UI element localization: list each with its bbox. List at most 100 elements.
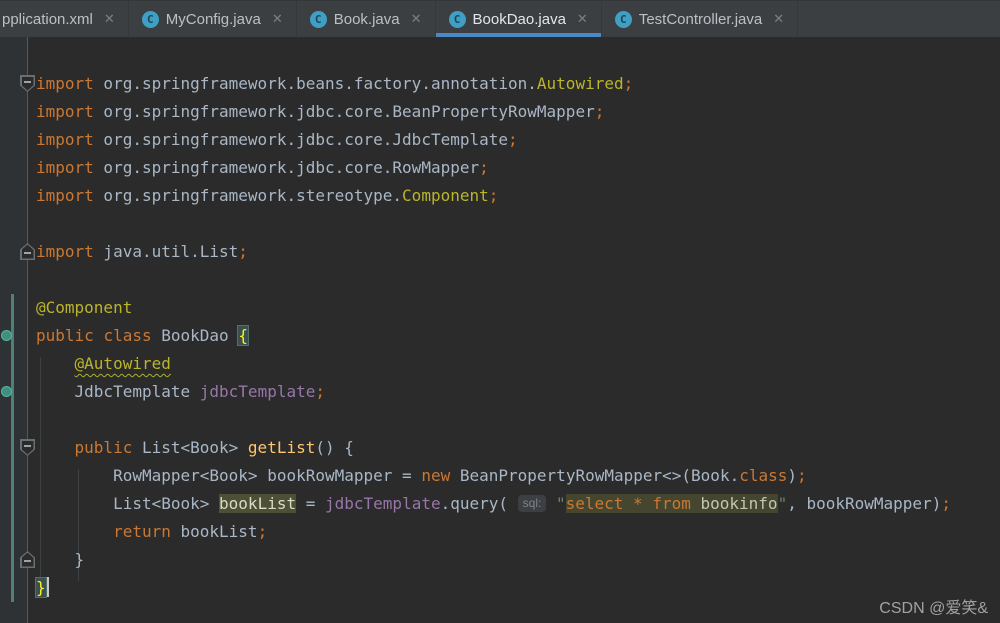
code-line: import org.springframework.stereotype.Co… bbox=[36, 182, 1000, 210]
code-segment: import bbox=[36, 242, 94, 261]
code-segment: getList bbox=[248, 438, 315, 457]
tab-bookdao-java[interactable]: C BookDao.java ✕ bbox=[436, 1, 602, 37]
code-segment: select * from bbox=[566, 494, 691, 513]
code-line bbox=[36, 210, 1000, 238]
tab-myconfig-java[interactable]: C MyConfig.java ✕ bbox=[129, 1, 297, 37]
code-segment: ; bbox=[624, 74, 634, 93]
code-segment: JdbcTemplate bbox=[36, 382, 200, 401]
code-segment: @Component bbox=[36, 298, 132, 317]
code-segment bbox=[36, 522, 113, 541]
tab-label: pplication.xml bbox=[2, 11, 93, 28]
code-segment: bookList bbox=[219, 494, 296, 513]
code-line: RowMapper<Book> bookRowMapper = new Bean… bbox=[36, 462, 1000, 490]
code-segment: org.springframework.jdbc.core.JdbcTempla… bbox=[94, 130, 508, 149]
code-segment: jdbcTemplate bbox=[325, 494, 441, 513]
code-segment: ; bbox=[489, 186, 499, 205]
tab-label: MyConfig.java bbox=[166, 11, 261, 28]
code-segment bbox=[36, 438, 75, 457]
code-line: import org.springframework.jdbc.core.Jdb… bbox=[36, 126, 1000, 154]
code-editor[interactable]: import org.springframework.beans.factory… bbox=[0, 37, 1000, 623]
code-segment: class bbox=[739, 466, 787, 485]
text-caret bbox=[47, 577, 49, 597]
code-segment: ; bbox=[595, 102, 605, 121]
code-segment: " bbox=[556, 494, 566, 513]
code-segment: java.util.List bbox=[94, 242, 239, 261]
code-segment: class bbox=[103, 326, 151, 345]
code-segment: new bbox=[421, 466, 450, 485]
code-segment: public bbox=[75, 438, 133, 457]
code-segment: import bbox=[36, 74, 94, 93]
code-line: import org.springframework.jdbc.core.Bea… bbox=[36, 98, 1000, 126]
code-segment: ; bbox=[797, 466, 807, 485]
code-segment: .query( bbox=[441, 494, 518, 513]
close-icon[interactable]: ✕ bbox=[773, 11, 784, 27]
code-segment: jdbcTemplate bbox=[200, 382, 316, 401]
code-line: JdbcTemplate jdbcTemplate; bbox=[36, 378, 1000, 406]
close-icon[interactable]: ✕ bbox=[272, 11, 283, 27]
tab-book-java[interactable]: C Book.java ✕ bbox=[297, 1, 436, 37]
code-segment: Component bbox=[402, 186, 489, 205]
code-segment: org.springframework.stereotype. bbox=[94, 186, 402, 205]
code-segment: () { bbox=[315, 438, 354, 457]
code-segment: import bbox=[36, 158, 94, 177]
class-icon: C bbox=[142, 11, 159, 28]
code-segment: BookDao bbox=[152, 326, 239, 345]
code-line: import java.util.List; bbox=[36, 238, 1000, 266]
code-segment: public bbox=[36, 326, 94, 345]
code-segment: return bbox=[113, 522, 171, 541]
code-segment: ; bbox=[941, 494, 951, 513]
code-segment: bookinfo bbox=[691, 494, 778, 513]
code-segment: org.springframework.jdbc.core.RowMapper bbox=[94, 158, 479, 177]
code-lines: import org.springframework.beans.factory… bbox=[0, 37, 1000, 623]
close-icon[interactable]: ✕ bbox=[577, 11, 588, 27]
code-segment bbox=[36, 354, 75, 373]
code-segment bbox=[546, 494, 556, 513]
code-line bbox=[36, 406, 1000, 434]
code-segment: , bookRowMapper) bbox=[787, 494, 941, 513]
code-line: import org.springframework.jdbc.core.Row… bbox=[36, 154, 1000, 182]
editor-tab-bar: pplication.xml ✕ C MyConfig.java ✕ C Boo… bbox=[0, 0, 1000, 37]
close-icon[interactable]: ✕ bbox=[411, 11, 422, 27]
sql-inlay-hint: sql: bbox=[518, 495, 547, 512]
code-line: @Component bbox=[36, 294, 1000, 322]
code-segment: } bbox=[36, 550, 84, 569]
code-segment: ) bbox=[787, 466, 797, 485]
code-segment: ; bbox=[258, 522, 268, 541]
code-segment: List<Book> bbox=[132, 438, 248, 457]
tab-label: Book.java bbox=[334, 11, 400, 28]
code-segment: BeanPropertyRowMapper<>(Book. bbox=[450, 466, 739, 485]
watermark: CSDN @爱笑& bbox=[879, 594, 988, 618]
code-segment: = bbox=[296, 494, 325, 513]
code-segment: List<Book> bbox=[36, 494, 219, 513]
code-segment: import bbox=[36, 130, 94, 149]
code-segment bbox=[94, 326, 104, 345]
tab-label: TestController.java bbox=[639, 11, 762, 28]
code-segment: bookList bbox=[171, 522, 258, 541]
code-line: } bbox=[36, 546, 1000, 574]
code-segment: ; bbox=[238, 242, 248, 261]
tab-label: BookDao.java bbox=[473, 11, 566, 28]
code-segment: @Autowired bbox=[75, 354, 171, 373]
code-line: public class BookDao { bbox=[36, 322, 1000, 350]
code-segment: org.springframework.jdbc.core.BeanProper… bbox=[94, 102, 595, 121]
code-segment: ; bbox=[315, 382, 325, 401]
code-line: public List<Book> getList() { bbox=[36, 434, 1000, 462]
code-segment: ; bbox=[508, 130, 518, 149]
class-icon: C bbox=[615, 11, 632, 28]
code-segment: ; bbox=[479, 158, 489, 177]
code-segment: org.springframework.beans.factory.annota… bbox=[94, 74, 537, 93]
close-icon[interactable]: ✕ bbox=[104, 11, 115, 27]
code-segment: " bbox=[778, 494, 788, 513]
code-line: import org.springframework.beans.factory… bbox=[36, 70, 1000, 98]
code-segment: } bbox=[36, 578, 46, 597]
code-line: } bbox=[36, 574, 1000, 602]
code-line: return bookList; bbox=[36, 518, 1000, 546]
code-segment: import bbox=[36, 186, 94, 205]
tab-testcontroller-java[interactable]: C TestController.java ✕ bbox=[602, 1, 798, 37]
code-segment: RowMapper<Book> bookRowMapper = bbox=[36, 466, 421, 485]
code-segment: import bbox=[36, 102, 94, 121]
class-icon: C bbox=[449, 11, 466, 28]
tab-application-xml[interactable]: pplication.xml ✕ bbox=[0, 1, 129, 37]
code-segment: { bbox=[238, 326, 248, 345]
code-line: @Autowired bbox=[36, 350, 1000, 378]
